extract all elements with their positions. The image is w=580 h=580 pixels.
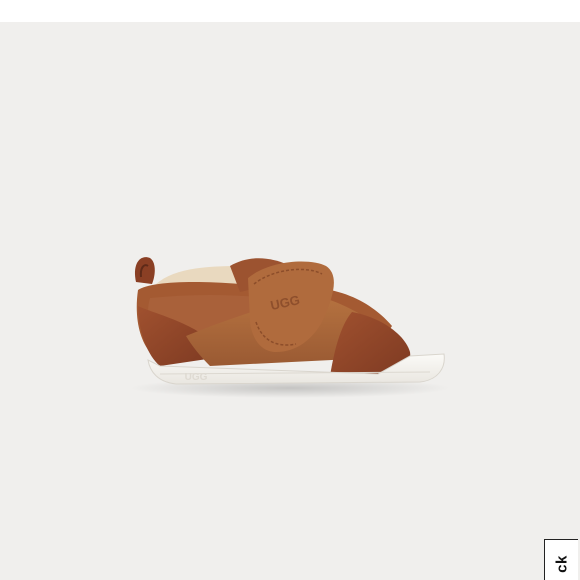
sole-logo: UGG (185, 372, 208, 383)
product-image[interactable]: UGG UGG (0, 22, 580, 580)
product-photo-panel: UGG UGG (0, 22, 580, 580)
side-tab-label: ck (553, 555, 570, 573)
page: UGG UGG ck (0, 0, 580, 580)
heel-pull-tab (134, 257, 155, 284)
feedback-side-tab[interactable]: ck (544, 539, 578, 580)
